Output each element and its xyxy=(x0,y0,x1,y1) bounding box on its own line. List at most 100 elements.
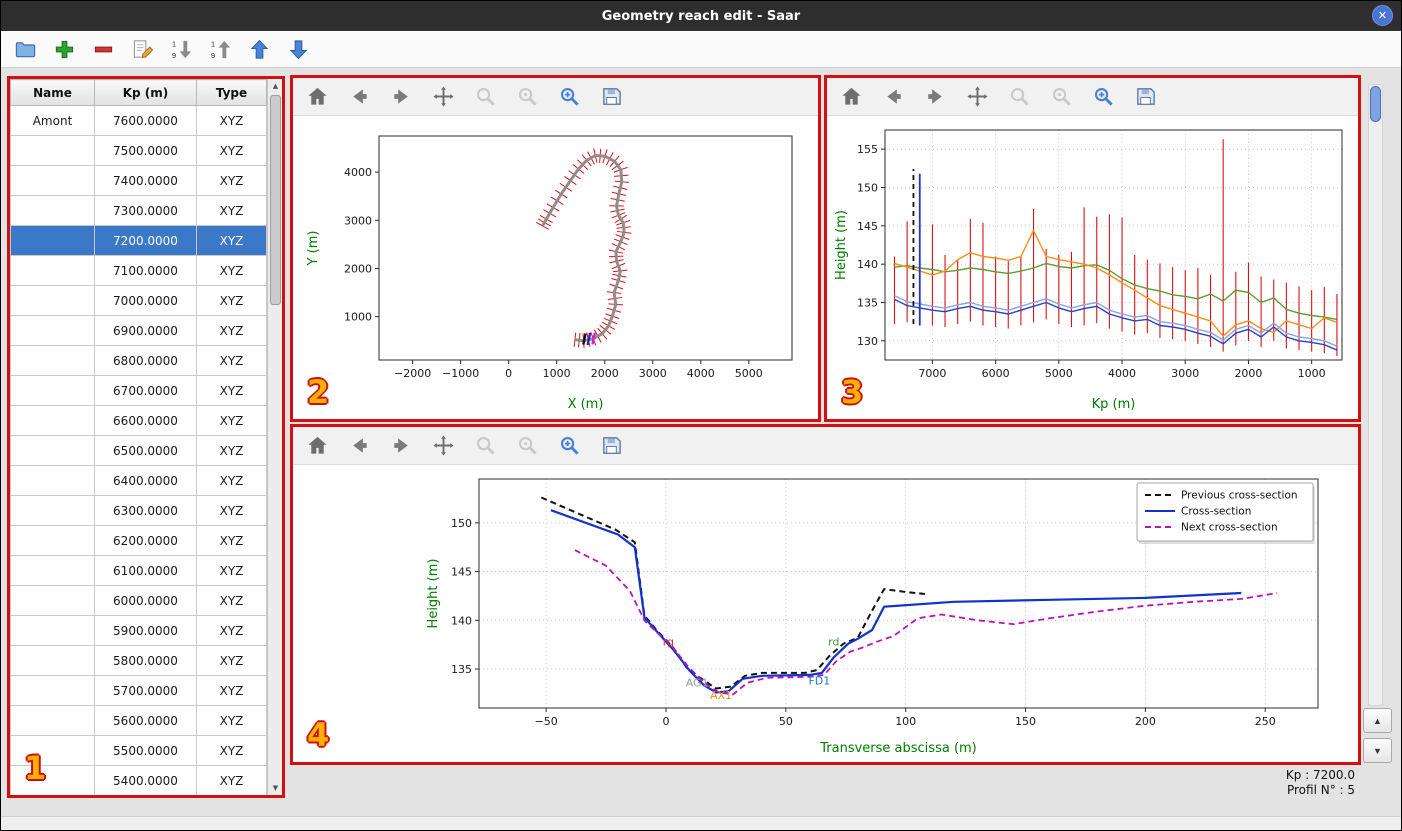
back-button[interactable] xyxy=(345,83,373,111)
table-row[interactable]: 6500.0000 XYZ xyxy=(10,435,267,466)
back-button[interactable] xyxy=(345,432,373,460)
cross-section-plot[interactable]: rg rd AG1AX1 FD1 −50 0 50 100 150 200 250 135 140 145… xyxy=(293,465,1358,760)
scroll-up-arrow-icon[interactable]: ▲ xyxy=(268,79,282,93)
table-row[interactable]: 6800.0000 XYZ xyxy=(10,345,267,376)
table-row[interactable]: 6100.0000 XYZ xyxy=(10,555,267,586)
plan-view-plot[interactable]: −2000 −1000 0 1000 2000 3000 4000 5000 1000 2000 3… xyxy=(293,116,818,416)
statusbar xyxy=(1,816,1401,830)
table-row[interactable]: 7200.0000 XYZ xyxy=(10,225,267,256)
cell-kp: 7100.0000 xyxy=(94,255,197,286)
table-row[interactable]: 5700.0000 XYZ xyxy=(10,675,267,706)
home-button[interactable] xyxy=(303,83,331,111)
table-row[interactable]: 5800.0000 XYZ xyxy=(10,645,267,676)
save-figure-button[interactable] xyxy=(597,83,625,111)
zoom-plus-icon xyxy=(558,85,581,108)
table-row[interactable]: 6900.0000 XYZ xyxy=(10,315,267,346)
status-readout: Kp : 7200.0 Profil N° : 5 xyxy=(1286,768,1355,798)
cell-kp: 6300.0000 xyxy=(94,495,197,526)
close-button[interactable]: ✕ xyxy=(1372,5,1393,26)
edit-profile-button[interactable] xyxy=(128,35,156,63)
table-row[interactable]: 5500.0000 XYZ xyxy=(10,735,267,766)
table-row[interactable]: 6200.0000 XYZ xyxy=(10,525,267,556)
table-row[interactable]: 7400.0000 XYZ xyxy=(10,165,267,196)
forward-button[interactable] xyxy=(387,432,415,460)
table-row[interactable]: Amont 7600.0000 XYZ xyxy=(10,105,267,136)
table-row[interactable]: 7000.0000 XYZ xyxy=(10,285,267,316)
longitudinal-profile-plot[interactable]: 7000 6000 5000 4000 3000 2000 1000 130 135 140 145… xyxy=(827,116,1358,416)
home-button[interactable] xyxy=(837,83,865,111)
pan-button[interactable] xyxy=(429,432,457,460)
table-row[interactable]: 6400.0000 XYZ xyxy=(10,465,267,496)
column-header[interactable]: Type xyxy=(196,79,267,106)
zoom-rect-button[interactable] xyxy=(1089,83,1117,111)
pan-button[interactable] xyxy=(429,83,457,111)
move-down-button[interactable] xyxy=(284,35,312,63)
table-row[interactable]: 6600.0000 XYZ xyxy=(10,405,267,436)
zoom-select-button[interactable] xyxy=(1047,83,1075,111)
zoom-button[interactable] xyxy=(471,83,499,111)
cell-type: XYZ xyxy=(196,525,267,556)
cell-type: XYZ xyxy=(196,345,267,376)
svg-text:145: 145 xyxy=(857,220,878,233)
svg-text:135: 135 xyxy=(451,663,472,676)
cell-name xyxy=(10,165,95,196)
cell-type: XYZ xyxy=(196,705,267,736)
table-row[interactable]: 6300.0000 XYZ xyxy=(10,495,267,526)
pan-button[interactable] xyxy=(963,83,991,111)
previous-profile-button[interactable]: ▲ xyxy=(1363,708,1392,733)
column-header[interactable]: Kp (m) xyxy=(94,79,197,106)
window-scrollbar-thumb[interactable] xyxy=(1370,86,1381,122)
cell-type: XYZ xyxy=(196,315,267,346)
home-button[interactable] xyxy=(303,432,331,460)
arrow-up-blue-icon xyxy=(248,38,271,61)
cell-kp: 5700.0000 xyxy=(94,675,197,706)
forward-button[interactable] xyxy=(387,83,415,111)
table-row[interactable]: 7300.0000 XYZ xyxy=(10,195,267,226)
table-row[interactable]: 5400.0000 XYZ xyxy=(10,765,267,795)
save-figure-button[interactable] xyxy=(1131,83,1159,111)
zoom-button[interactable] xyxy=(1005,83,1033,111)
svg-text:−50: −50 xyxy=(535,715,558,728)
zoom-button[interactable] xyxy=(471,432,499,460)
svg-text:rd: rd xyxy=(828,636,839,649)
table-scrollbar[interactable]: ▲ ▼ xyxy=(267,79,282,795)
move-up-button[interactable] xyxy=(245,35,273,63)
arrow-left-icon xyxy=(348,434,371,457)
svg-text:3000: 3000 xyxy=(344,214,372,227)
arrow-down-blue-icon xyxy=(287,38,310,61)
pan-icon xyxy=(432,85,455,108)
window-scrollbar[interactable] xyxy=(1368,84,1383,706)
zoom-select-button[interactable] xyxy=(513,83,541,111)
triangle-up-icon: ▲ xyxy=(1373,715,1382,726)
table-row[interactable]: 5600.0000 XYZ xyxy=(10,705,267,736)
scroll-down-arrow-icon[interactable]: ▼ xyxy=(268,781,282,795)
arrow-right-icon xyxy=(390,434,413,457)
table-row[interactable]: 7500.0000 XYZ xyxy=(10,135,267,166)
zoom-rect-button[interactable] xyxy=(555,83,583,111)
add-profile-button[interactable] xyxy=(50,35,78,63)
next-profile-button[interactable]: ▼ xyxy=(1363,738,1392,763)
open-button[interactable] xyxy=(11,35,39,63)
table-row[interactable]: 6700.0000 XYZ xyxy=(10,375,267,406)
renumber-desc-button[interactable] xyxy=(167,35,195,63)
table-row[interactable]: 6000.0000 XYZ xyxy=(10,585,267,616)
titlebar[interactable]: Geometry reach edit - Saar ✕ xyxy=(1,1,1401,31)
svg-text:AG1: AG1 xyxy=(686,677,709,690)
renumber-asc-button[interactable] xyxy=(206,35,234,63)
svg-text:AX1: AX1 xyxy=(710,689,732,702)
save-figure-button[interactable] xyxy=(597,432,625,460)
zoom-rect-button[interactable] xyxy=(555,432,583,460)
svg-text:−1000: −1000 xyxy=(442,367,479,380)
table-row[interactable]: 5900.0000 XYZ xyxy=(10,615,267,646)
svg-text:Transverse abscissa (m): Transverse abscissa (m) xyxy=(819,741,977,756)
plan-plot-toolbar xyxy=(293,78,818,116)
zoom-select-button[interactable] xyxy=(513,432,541,460)
back-button[interactable] xyxy=(879,83,907,111)
status-profil: Profil N° : 5 xyxy=(1286,783,1355,797)
cell-kp: 5600.0000 xyxy=(94,705,197,736)
table-row[interactable]: 7100.0000 XYZ xyxy=(10,255,267,286)
table-scrollbar-thumb[interactable] xyxy=(270,95,281,305)
forward-button[interactable] xyxy=(921,83,949,111)
column-header[interactable]: Name xyxy=(10,79,95,106)
remove-profile-button[interactable] xyxy=(89,35,117,63)
